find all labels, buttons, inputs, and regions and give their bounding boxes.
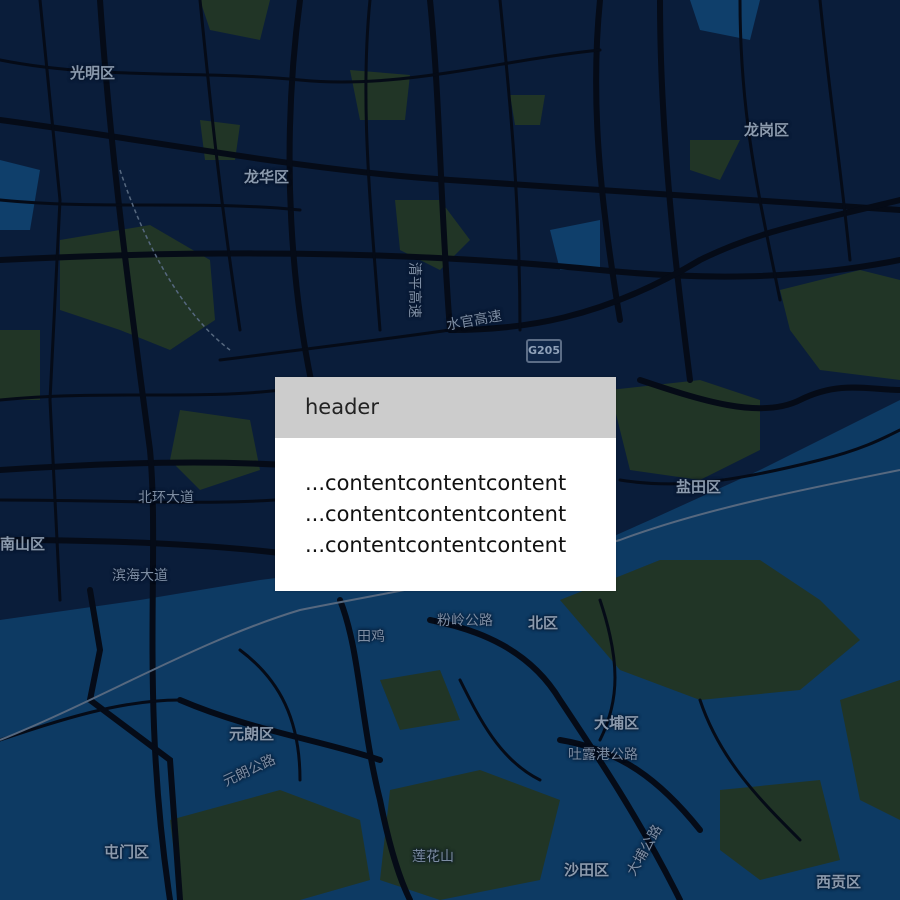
popup-header: header bbox=[275, 377, 616, 438]
popup-content-line: ...contentcontentcontent bbox=[305, 471, 567, 495]
popup-content-line: ...contentcontentcontent bbox=[305, 533, 567, 557]
info-popup: header ...contentcontentcontent ...conte… bbox=[275, 377, 616, 591]
highway-shield-g205: G205 bbox=[526, 339, 562, 363]
popup-body: ...contentcontentcontent ...contentconte… bbox=[275, 438, 616, 561]
popup-content-line: ...contentcontentcontent bbox=[305, 502, 567, 526]
